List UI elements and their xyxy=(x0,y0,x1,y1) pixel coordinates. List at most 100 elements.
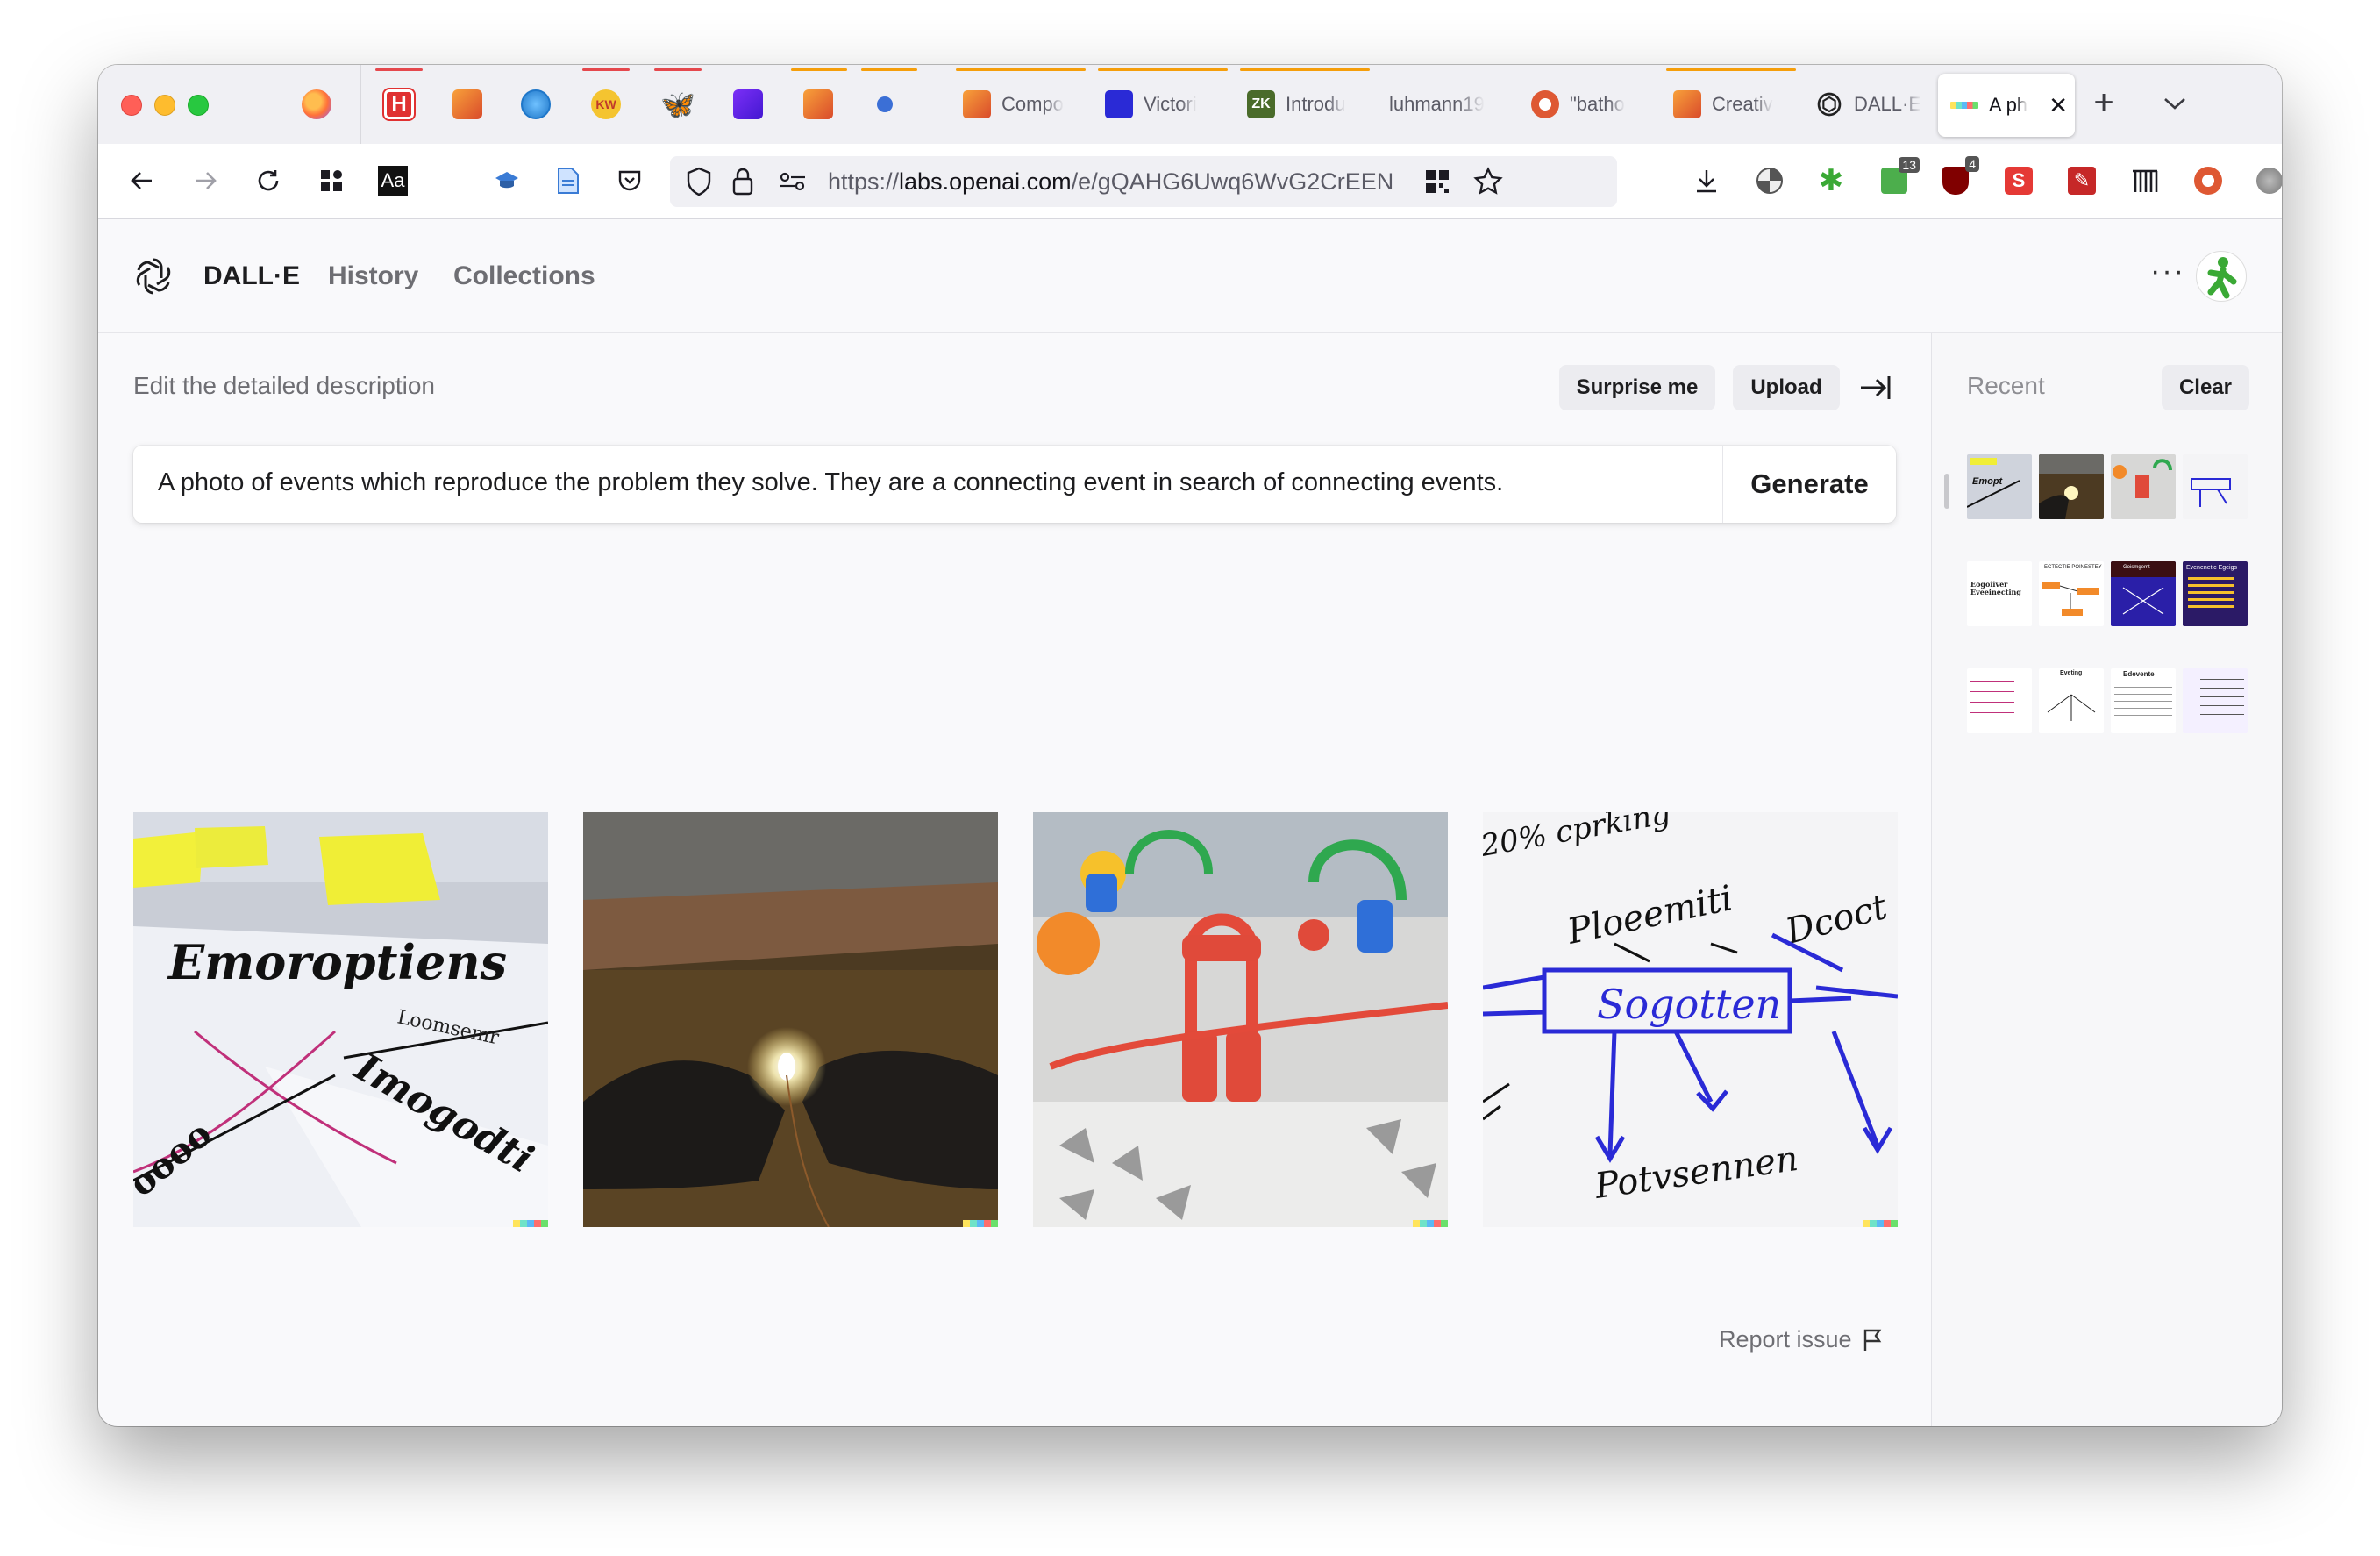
brand-title[interactable]: DALL·E xyxy=(203,261,300,291)
extension-bars-button[interactable] xyxy=(2126,161,2164,200)
url-prefix: https:// xyxy=(828,168,900,195)
nav-history-link[interactable]: History xyxy=(328,261,418,291)
recent-thumbnail[interactable] xyxy=(2111,454,2176,519)
butterfly-icon[interactable]: 🦋 xyxy=(660,89,695,120)
avatar[interactable] xyxy=(2196,251,2247,302)
url-bar[interactable]: https://labs.openai.com/e/gQAHG6Uwq6WvG2… xyxy=(670,156,1617,207)
tab-strip: H KW 🦋 Compo Victori ZK Introdu luhmann1… xyxy=(98,65,2282,144)
s-logo-icon: S xyxy=(2005,167,2033,195)
recent-thumbnail[interactable]: ECTECTIE POINESTEY xyxy=(2039,561,2104,626)
hands-with-light-image xyxy=(583,812,998,1227)
recent-thumbnail[interactable]: Goismgemt xyxy=(2111,561,2176,626)
tab-compo[interactable]: Compo xyxy=(951,68,1091,140)
window-close-button[interactable] xyxy=(121,95,142,116)
collapse-sidebar-button[interactable] xyxy=(1857,372,1892,403)
dalle-signature xyxy=(963,1220,998,1227)
generate-button[interactable]: Generate xyxy=(1722,446,1896,523)
h-icon[interactable]: H xyxy=(384,89,414,119)
recent-thumbnail[interactable] xyxy=(2183,668,2248,733)
prompt-box[interactable]: A photo of events which reproduce the pr… xyxy=(133,446,1896,523)
qr-code-icon[interactable] xyxy=(1424,168,1450,199)
bookmark-star-icon[interactable] xyxy=(1473,167,1503,201)
report-issue-link[interactable]: Report issue xyxy=(1719,1326,1884,1353)
url-text[interactable]: https://labs.openai.com/e/gQAHG6Uwq6WvG2… xyxy=(828,168,1407,196)
result-image-2[interactable] xyxy=(583,812,998,1227)
dot-icon[interactable] xyxy=(877,96,893,112)
arrow-right-icon xyxy=(196,172,217,189)
extensions-grid-button[interactable] xyxy=(312,161,351,200)
tab-indicator xyxy=(861,68,917,71)
pocket-button[interactable] xyxy=(610,161,649,200)
tab-dalle[interactable]: DALL·E xyxy=(1803,68,1943,140)
back-button[interactable] xyxy=(123,161,161,200)
recent-thumbnail[interactable]: Eveting xyxy=(2039,668,2104,733)
tab-luhmann[interactable]: luhmann19 xyxy=(1377,68,1517,140)
recent-thumbnail[interactable]: Edevente xyxy=(2111,668,2176,733)
more-options-button[interactable]: ··· xyxy=(2150,254,2185,289)
tab-close-icon[interactable]: ✕ xyxy=(2049,92,2068,119)
plus-icon: + xyxy=(2093,82,2114,122)
diagram-sketch-image: 20% cprking Ploeemiti Dcoct Sogotten Pot… xyxy=(1483,812,1898,1227)
tab-indicator xyxy=(791,68,847,71)
app-header: DALL·E History Collections ··· xyxy=(98,219,2282,333)
extension-s-button[interactable]: S xyxy=(1999,161,2038,200)
downloads-button[interactable] xyxy=(1687,161,1726,200)
tab-introdu[interactable]: ZK Introdu xyxy=(1235,68,1375,140)
grid-icon xyxy=(321,170,342,191)
upload-button[interactable]: Upload xyxy=(1733,365,1840,410)
orange-gradient-icon[interactable] xyxy=(803,89,833,119)
url-path: /e/gQAHG6Uwq6WvG2CrEEN xyxy=(1071,168,1394,195)
nav-collections-link[interactable]: Collections xyxy=(453,261,595,291)
firefox-icon[interactable] xyxy=(302,89,331,119)
extension-green-badge-button[interactable]: 13 xyxy=(1875,157,1920,200)
tab-batho[interactable]: "batho xyxy=(1519,68,1659,140)
recent-thumbnail[interactable] xyxy=(1967,668,2032,733)
tab-indicator xyxy=(1240,68,1370,71)
reader-ext-button[interactable] xyxy=(549,161,588,200)
extension-pen-button[interactable]: ✎ xyxy=(2063,161,2101,200)
tab-creativ[interactable]: Creativ xyxy=(1661,68,1801,140)
result-image-1[interactable]: Emoroptiens Imogodti oooo Loomsemr xyxy=(133,812,548,1227)
keyword-icon[interactable]: KW xyxy=(591,89,621,119)
ublock-button[interactable]: 4 xyxy=(1936,156,1979,200)
recent-thumbnail[interactable]: Emopt xyxy=(1967,454,2032,519)
globe-icon[interactable] xyxy=(521,89,551,119)
dictionary-button[interactable]: Aa xyxy=(374,161,412,200)
prompt-input[interactable]: A photo of events which reproduce the pr… xyxy=(158,468,1503,497)
dictionary-icon: Aa xyxy=(378,166,408,196)
purple-square-icon[interactable] xyxy=(733,89,763,119)
recent-thumbnail[interactable] xyxy=(2183,454,2248,519)
tab-title: Compo xyxy=(1001,93,1064,115)
bookmark-ext-button[interactable] xyxy=(488,161,526,200)
recent-thumbnail[interactable]: Evenenetic Egeigs xyxy=(2183,561,2248,626)
list-tabs-button[interactable] xyxy=(2156,84,2194,123)
recent-thumbnail[interactable] xyxy=(2039,454,2104,519)
extension-puzzle-button[interactable] xyxy=(2250,161,2282,200)
extension-green-man-button[interactable]: ✱ xyxy=(1812,161,1850,200)
report-issue-label: Report issue xyxy=(1719,1326,1852,1353)
tab-active-photo[interactable]: A ph ✕ xyxy=(1938,74,2075,137)
window-minimize-button[interactable] xyxy=(154,95,175,116)
scrollbar[interactable] xyxy=(1944,474,1949,509)
reload-button[interactable] xyxy=(249,161,288,200)
clear-button[interactable]: Clear xyxy=(2162,365,2249,410)
surprise-me-button[interactable]: Surprise me xyxy=(1559,365,1715,410)
recent-thumbnail[interactable]: Eogoiiver Eveeinecting xyxy=(1967,561,2032,626)
orange-square-icon[interactable] xyxy=(452,89,482,119)
permissions-icon[interactable] xyxy=(779,170,807,197)
new-tab-button[interactable]: + xyxy=(2082,81,2126,125)
lock-icon[interactable] xyxy=(731,167,754,201)
extension-globe-button[interactable] xyxy=(1750,161,1789,200)
result-image-4[interactable]: 20% cprking Ploeemiti Dcoct Sogotten Pot… xyxy=(1483,812,1898,1227)
forward-button[interactable] xyxy=(186,161,224,200)
result-image-3[interactable] xyxy=(1033,812,1448,1227)
shield-icon[interactable] xyxy=(686,167,712,201)
duckduckgo-button[interactable] xyxy=(2189,161,2227,200)
openai-logo-icon[interactable] xyxy=(133,256,174,296)
dalle-signature xyxy=(513,1220,548,1227)
duckduckgo-icon xyxy=(2194,167,2222,195)
tab-victori[interactable]: Victori xyxy=(1093,68,1233,140)
arrow-to-right-icon xyxy=(1861,376,1891,399)
window-maximize-button[interactable] xyxy=(188,95,209,116)
zk-icon: ZK xyxy=(1247,90,1275,118)
